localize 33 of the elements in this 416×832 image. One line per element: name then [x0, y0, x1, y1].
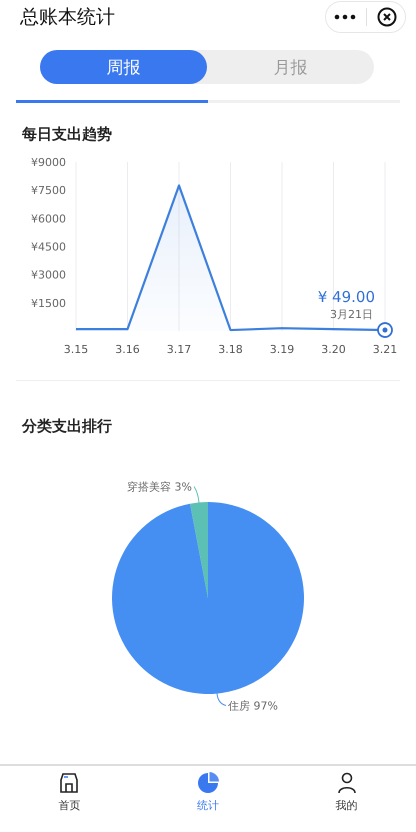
axis-label: 3.21 — [372, 343, 398, 356]
axis-label: 3.15 — [64, 343, 88, 356]
section-title: 每日支出趋势 — [22, 125, 113, 144]
tab[interactable]: 月报 — [207, 50, 374, 84]
date-label: 3月21日 — [330, 308, 373, 322]
tab-bar-item[interactable]: 我的 — [277, 766, 416, 832]
axis-label: 3.20 — [321, 343, 346, 356]
slice-label: 穿搭美容 3% — [127, 480, 192, 494]
axis-label: 3.16 — [115, 343, 140, 356]
tab-bar-item[interactable]: 统计 — [138, 766, 278, 832]
tab[interactable]: 周报 — [40, 50, 207, 84]
pie-chart-icon — [197, 772, 219, 794]
leader-line — [194, 486, 200, 503]
axis-label: ¥3000 — [31, 268, 66, 282]
axis-label: ¥1500 — [31, 296, 66, 310]
axis-label: 3.18 — [218, 343, 243, 356]
home-icon — [58, 772, 80, 794]
page-title: 总账本统计 — [20, 5, 115, 30]
axis-label: 3.17 — [166, 343, 192, 356]
person-icon — [336, 772, 358, 794]
value-label: ¥ 49.00 — [318, 288, 375, 306]
axis-label: ¥4500 — [31, 240, 66, 254]
close-icon[interactable] — [377, 7, 397, 27]
axis-label: ¥9000 — [31, 156, 66, 169]
section-title: 分类支出排行 — [22, 417, 113, 436]
slice-label: 住房 97% — [228, 700, 278, 711]
tab-bar-item[interactable]: 首页 — [0, 766, 139, 832]
axis-label: 3.19 — [270, 343, 294, 356]
more-icon[interactable] — [334, 14, 356, 20]
point-marker — [377, 322, 393, 338]
axis-label: ¥6000 — [31, 212, 66, 226]
axis-label: ¥7500 — [31, 184, 66, 198]
leader-line — [216, 693, 226, 706]
